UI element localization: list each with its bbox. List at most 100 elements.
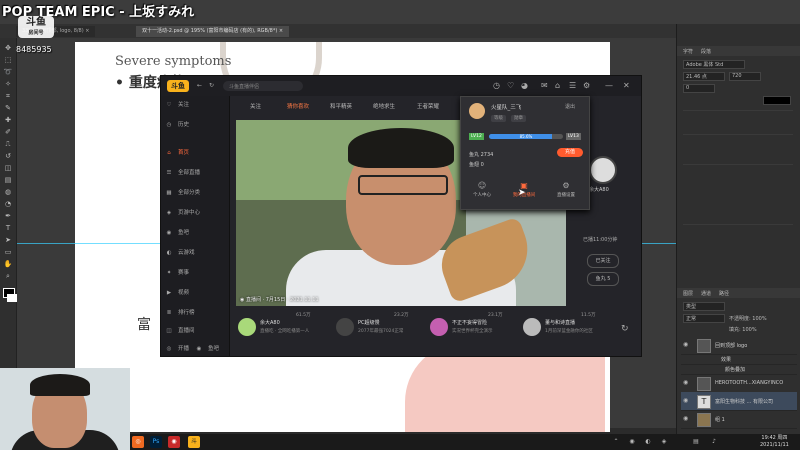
fishbar-footer-button[interactable]: ◉ 鱼吧 (195, 342, 225, 356)
sidebar-item-categories[interactable]: ▦ 全部分类 (165, 186, 225, 200)
sidebar-item-live-room[interactable]: ◫ 直播间 (165, 324, 225, 338)
followed-button[interactable]: 已关注 (587, 254, 619, 268)
path-select-icon[interactable]: ➤ (3, 236, 13, 244)
menu-icon[interactable]: ☰ (569, 81, 576, 90)
start-stream-button[interactable]: ◎ 开播 (165, 342, 195, 356)
close-icon[interactable]: ✕ (623, 81, 630, 90)
volume-icon[interactable]: ♪ (708, 436, 720, 448)
eye-icon[interactable]: ◉ (683, 397, 688, 404)
eye-icon[interactable]: ◉ (683, 379, 688, 386)
wand-tool-icon[interactable]: ✧ (3, 80, 13, 88)
section-character[interactable]: 字符 (683, 48, 693, 55)
sidebar-item-history[interactable]: ◷ 历史 (165, 118, 225, 132)
shape-tool-icon[interactable]: ▭ (3, 248, 13, 256)
layer-row[interactable]: ◉ 回到顶部 logo (681, 336, 797, 355)
tab-paths[interactable]: 路径 (719, 290, 729, 297)
chrome-icon[interactable]: ◎ (132, 436, 144, 448)
eye-icon[interactable]: ◉ (683, 341, 688, 348)
sidebar-item-video[interactable]: ▶ 视频 (165, 286, 225, 300)
tab-peace-elite[interactable]: 和平精英 (330, 100, 352, 114)
sidebar-item-follow[interactable]: ♡ 关注 (165, 98, 225, 112)
recharge-button[interactable]: 充值 (557, 148, 583, 157)
list-item[interactable]: 不正不妄得冒险 实况世界杯完全演示 23.1万 (428, 312, 518, 350)
sidebar-item-home[interactable]: ⌂ 首页 (165, 146, 225, 160)
streamer-avatar[interactable] (589, 156, 617, 184)
refresh-icon[interactable]: ↻ (209, 82, 214, 89)
brush-tool-icon[interactable]: ✐ (3, 128, 13, 136)
type-tool-icon[interactable]: T (3, 224, 13, 232)
network-icon[interactable]: ▤ (690, 436, 702, 448)
background-color-icon[interactable] (7, 294, 17, 302)
douyu-icon[interactable]: 斗 (188, 436, 200, 448)
stream-settings-button[interactable]: ⚙ 直播设置 (547, 181, 585, 198)
font-family-field[interactable]: Adobe 黑体 Std (683, 60, 745, 69)
hand-tool-icon[interactable]: ✋ (3, 260, 13, 268)
gradient-tool-icon[interactable]: ▤ (3, 176, 13, 184)
stamp-tool-icon[interactable]: ⎍ (3, 140, 13, 148)
heart-icon[interactable]: ♡ (507, 81, 514, 90)
personal-center-button[interactable]: ☺ 个人中心 (463, 181, 501, 198)
sidebar-item-esports[interactable]: ✦ 赛事 (165, 266, 225, 280)
layer-kind-filter[interactable]: 类型 (683, 302, 725, 311)
tab-pubg[interactable]: 绝地求生 (373, 100, 395, 114)
layer-row[interactable]: ◉ HEROTOOTH...XIANGYINCO (681, 374, 797, 393)
layer-row-selected[interactable]: ◉ T 富阳生物科技 ... 有限公司 (681, 392, 797, 411)
logout-link[interactable]: 退出 (565, 103, 575, 110)
section-paragraph[interactable]: 段落 (701, 48, 711, 55)
fill-value[interactable]: 填充: 100% (729, 326, 757, 333)
user-avatar[interactable] (469, 103, 485, 119)
tray-icon[interactable]: ⌃ (610, 436, 622, 448)
eraser-tool-icon[interactable]: ◫ (3, 164, 13, 172)
layer-row[interactable]: ◉ 组 1 (681, 410, 797, 429)
eyedropper-tool-icon[interactable]: ✎ (3, 104, 13, 112)
history-brush-icon[interactable]: ↺ (3, 152, 13, 160)
photoshop-icon[interactable]: Ps (150, 436, 162, 448)
tray-icon[interactable]: ◈ (658, 436, 670, 448)
app-icon[interactable]: ◉ (168, 436, 180, 448)
list-item[interactable]: 董与和诗直播 1月前深蓝金融你的社区 11.5万 (521, 312, 611, 350)
tray-icon[interactable]: ◐ (642, 436, 654, 448)
list-item[interactable]: 余大A80 直播吃 · 全网吃播第一人 61.5万 (236, 312, 326, 350)
fishball-button[interactable]: 鱼丸 5 (587, 272, 619, 286)
minimize-icon[interactable]: — (605, 81, 613, 90)
tray-icon[interactable]: ◉ (626, 436, 638, 448)
sidebar-item-all-live[interactable]: ☰ 全部直播 (165, 166, 225, 180)
opacity-value[interactable]: 不透明度: 100% (729, 315, 767, 322)
text-color-swatch[interactable] (763, 96, 791, 105)
list-item[interactable]: PC超级慢 2077年最强7024正常 23.2万 (334, 312, 424, 350)
settings-icon[interactable]: ⚙ (583, 81, 590, 90)
tracking-field[interactable]: 0 (683, 84, 715, 93)
user-tag[interactable]: 等级 (491, 115, 506, 122)
heal-tool-icon[interactable]: ✚ (3, 116, 13, 124)
tab-recommended[interactable]: 猜你喜欢 (287, 100, 309, 114)
dodge-tool-icon[interactable]: ◔ (3, 200, 13, 208)
message-icon[interactable]: ✉ (541, 81, 548, 90)
tab-channels[interactable]: 通道 (701, 290, 711, 297)
pen-tool-icon[interactable]: ✒ (3, 212, 13, 220)
sidebar-item-ranking[interactable]: ≣ 排行榜 (165, 306, 225, 320)
back-icon[interactable]: ← (197, 82, 202, 89)
move-tool-icon[interactable]: ✥ (3, 44, 13, 52)
lasso-tool-icon[interactable]: ➰ (3, 68, 13, 76)
tab-honor-of-kings[interactable]: 王者荣耀 (417, 100, 439, 114)
user-tag[interactable]: 勋章 (511, 115, 526, 122)
zoom-tool-icon[interactable]: ⌕ (3, 272, 13, 280)
refresh-icon[interactable]: ↻ (621, 324, 629, 334)
tab-layers[interactable]: 图层 (683, 290, 693, 297)
blur-tool-icon[interactable]: ◍ (3, 188, 13, 196)
sidebar-item-cloud-game[interactable]: ◐ 云游戏 (165, 246, 225, 260)
sidebar-item-web-games[interactable]: ◈ 页游中心 (165, 206, 225, 220)
leading-field[interactable]: 720 (729, 72, 761, 81)
taskbar-clock[interactable]: 19:42 周四 2021/11/11 (760, 435, 789, 449)
sidebar-item-fishbar[interactable]: ◉ 鱼吧 (165, 226, 225, 240)
search-input[interactable]: 斗鱼直播伴侣 (223, 81, 303, 91)
avatar-icon[interactable]: ◕ (521, 81, 528, 90)
marquee-tool-icon[interactable]: ⬚ (3, 56, 13, 64)
font-size-field[interactable]: 21.46 点 (683, 72, 725, 81)
eye-icon[interactable]: ◉ (683, 415, 688, 422)
gift-icon[interactable]: ⌂ (555, 81, 560, 90)
tab-follow[interactable]: 关注 (250, 100, 261, 114)
history-icon[interactable]: ◷ (493, 81, 500, 90)
crop-tool-icon[interactable]: ⌗ (3, 92, 13, 100)
blend-mode-select[interactable]: 正常 (683, 314, 725, 323)
